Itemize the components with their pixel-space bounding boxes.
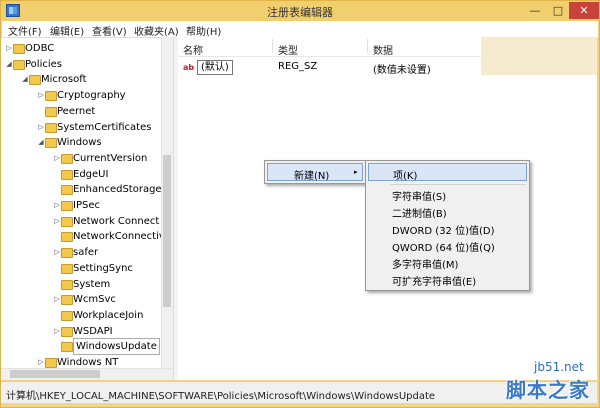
collapsed-arrow-icon[interactable]: ▷ [53,292,61,307]
folder-icon [61,185,73,196]
folder-icon [61,232,73,243]
folder-icon [61,201,73,211]
tree-item-label: SettingSync [73,262,133,274]
tree-item-label: NetworkConnectivi [73,231,168,243]
submenu-multi-string-value[interactable]: 多字符串值(M) [392,256,458,271]
tree-item-label: EnhancedStorage [73,184,162,196]
tree-scrollbar-thumb[interactable] [163,155,171,307]
column-divider[interactable] [272,39,273,53]
collapsed-arrow-icon[interactable]: ▷ [53,324,61,339]
submenu-new-key[interactable]: 项(K) [368,163,527,182]
tree-item-label: WorkplaceJoin [73,309,144,321]
value-type-cell: REG_SZ [278,61,318,72]
minimize-button[interactable]: — [523,2,547,19]
folder-icon [61,153,73,164]
context-menu: 新建(N) ▸ [264,160,366,184]
tree-item-label: IPSec [73,200,100,211]
tree-hscrollbar-thumb[interactable] [10,370,100,378]
string-value-icon: ab [183,63,195,72]
submenu-arrow-icon: ▸ [354,168,358,176]
folder-icon [45,122,57,133]
tree-item-label: Microsoft [41,74,87,86]
context-menu-new[interactable]: 新建(N) ▸ [267,163,363,182]
tree-item-label: WSDAPI [73,325,113,337]
expanded-arrow-icon[interactable]: ◢ [5,57,13,72]
folder-icon [61,279,73,290]
tree-item-label: safer [73,247,99,259]
column-header-name[interactable]: 名称 [183,42,203,57]
menu-bar: 文件(F) 编辑(E) 查看(V) 收藏夹(A) 帮助(H) [2,21,598,38]
expanded-arrow-icon[interactable]: ◢ [37,135,45,150]
title-bar[interactable]: 注册表编辑器 — □ ✕ [1,1,599,21]
column-header-type[interactable]: 类型 [278,42,298,57]
tree-item-label: System [73,278,111,290]
column-divider[interactable] [367,39,368,53]
tree-item-label: SystemCertificates [57,121,152,133]
tree-item-label: WindowsUpdate [73,338,160,356]
collapsed-arrow-icon[interactable]: ▷ [37,88,45,103]
folder-icon [61,295,73,306]
menu-view[interactable]: 查看(V) [92,23,127,38]
collapsed-arrow-icon[interactable]: ▷ [53,214,61,229]
menu-favorites[interactable]: 收藏夹(A) [134,23,179,38]
submenu-string-value[interactable]: 字符串值(S) [392,188,446,203]
submenu-dword-value[interactable]: DWORD (32 位)值(D) [392,222,495,237]
submenu-binary-value[interactable]: 二进制值(B) [392,205,447,220]
context-menu-new-label: 新建(N) [294,171,330,182]
menu-file[interactable]: 文件(F) [8,23,42,38]
collapsed-arrow-icon[interactable]: ▷ [53,151,61,166]
maximize-button[interactable]: □ [547,2,569,19]
tree-item-label: Windows NT [57,357,119,368]
tree-item-label: EdgeUI [73,168,109,180]
column-header-data[interactable]: 数据 [373,42,393,57]
collapsed-arrow-icon[interactable]: ▷ [37,355,45,368]
tree-item-label: WcmSvc [73,294,116,306]
folder-icon [13,44,25,54]
folder-icon [61,216,73,227]
collapsed-arrow-icon[interactable]: ▷ [53,198,61,213]
tree-item-label: Cryptography [57,90,126,102]
submenu-qword-value[interactable]: QWORD (64 位)值(Q) [392,239,495,254]
highlight-overlay [481,37,597,75]
tree-item-label: Policies [25,58,62,70]
tree-item-label: CurrentVersion [73,152,148,164]
tree-item-label: Peernet [57,105,96,117]
folder-icon [45,358,57,368]
registry-tree-pane[interactable]: ▷ ODBC ◢ Policies ◢ Microsoft ▷ Cryptography Pee… [1,37,173,368]
menu-help[interactable]: 帮助(H) [186,23,221,38]
submenu-new-key-label: 项(K) [393,171,418,182]
watermark-url: jb51.net [534,360,584,374]
value-name-cell[interactable]: (默认) [197,60,233,75]
tree-item-label: Windows [57,137,102,149]
folder-icon [45,106,57,117]
folder-icon [29,75,41,86]
status-path: 计算机\HKEY_LOCAL_MACHINE\SOFTWARE\Policies… [6,391,436,402]
submenu-separator [390,184,526,185]
value-data-cell: (数值未设置) [373,65,431,76]
folder-icon [61,169,73,180]
folder-icon [13,59,25,70]
collapsed-arrow-icon[interactable]: ▷ [53,245,61,260]
menu-edit[interactable]: 编辑(E) [50,23,84,38]
submenu-expandable-string-value[interactable]: 可扩充字符串值(E) [392,273,476,288]
folder-icon [61,310,73,321]
folder-icon [45,91,57,102]
folder-icon [61,326,73,337]
expanded-arrow-icon[interactable]: ◢ [21,72,29,87]
window-title: 注册表编辑器 [267,6,333,19]
folder-icon [61,248,73,259]
close-button[interactable]: ✕ [569,2,599,19]
tree-item-label: Network Connect [73,215,160,227]
new-submenu: 项(K) 字符串值(S) 二进制值(B) DWORD (32 位)值(D) QW… [365,160,530,291]
watermark-site-name: 脚本之家 [506,378,590,402]
folder-icon [61,342,73,353]
tree-item-label: ODBC [25,43,55,54]
folder-icon [61,263,73,274]
collapsed-arrow-icon[interactable]: ▷ [37,120,45,135]
folder-icon [45,138,57,149]
collapsed-arrow-icon[interactable]: ▷ [5,41,13,56]
